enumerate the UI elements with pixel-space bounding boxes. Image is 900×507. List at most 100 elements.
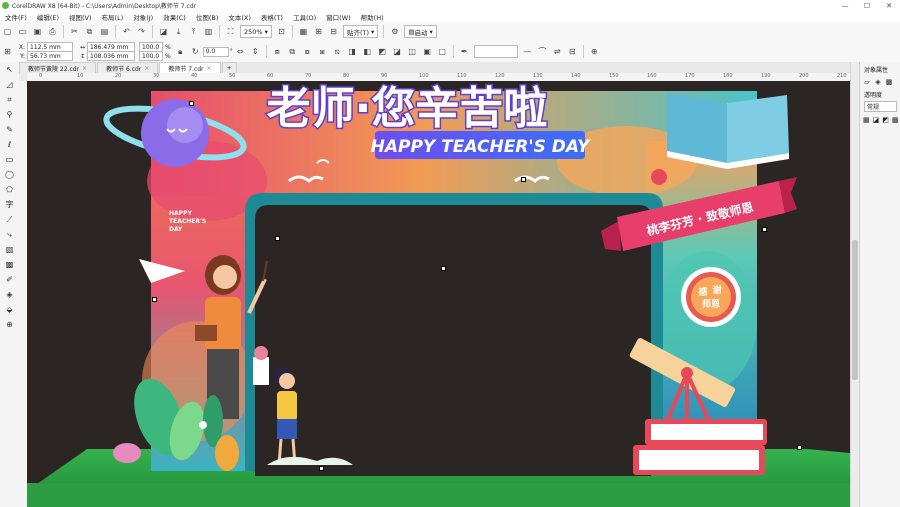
maximize-button[interactable]: ☐ bbox=[856, 0, 878, 11]
new-tab-button[interactable]: + bbox=[221, 62, 237, 73]
copy-icon[interactable]: ⧉ bbox=[84, 26, 95, 37]
cut-icon[interactable]: ✂ bbox=[69, 26, 80, 37]
save-icon[interactable]: ▣ bbox=[32, 26, 43, 37]
trim-icon[interactable]: ◧ bbox=[362, 46, 373, 57]
uniform-transparency-icon[interactable]: ◪ bbox=[873, 116, 880, 124]
selection-handle[interactable] bbox=[521, 177, 526, 182]
menu-object[interactable]: 对象(J) bbox=[133, 12, 153, 22]
height-input[interactable]: 108.036 mm bbox=[87, 51, 135, 61]
connector-tool-icon[interactable]: ⤷ bbox=[0, 227, 19, 242]
minimize-button[interactable]: — bbox=[834, 0, 856, 11]
tab-close-icon[interactable]: × bbox=[82, 65, 87, 72]
grid-icon[interactable]: ⊞ bbox=[313, 26, 324, 37]
pick-tool-icon[interactable]: ↖ bbox=[0, 62, 19, 77]
ruler-origin[interactable] bbox=[19, 73, 27, 81]
transparency-icon[interactable]: ▩ bbox=[885, 78, 893, 86]
selection-handle[interactable] bbox=[797, 445, 802, 450]
export-icon[interactable]: ⤒ bbox=[188, 26, 199, 37]
group-icon[interactable]: ⧈ bbox=[272, 46, 283, 57]
full-screen-icon[interactable]: ⛶ bbox=[225, 26, 236, 37]
zoom-level-select[interactable]: 250% ▾ bbox=[240, 25, 272, 38]
outline-style-icon[interactable]: — bbox=[522, 46, 533, 57]
intersect-icon[interactable]: ◩ bbox=[377, 46, 388, 57]
drawing-canvas[interactable]: 老师·您辛苦啦 HAPPY TEACHER'S DAY HAPPY TEACHE… bbox=[27, 81, 850, 507]
ungroup-all-icon[interactable]: ⧇ bbox=[302, 46, 313, 57]
transparency-tool-icon[interactable]: ▩ bbox=[0, 257, 19, 272]
search-content-icon[interactable]: ◪ bbox=[158, 26, 169, 37]
menu-file[interactable]: 文件(F) bbox=[5, 12, 27, 22]
close-button[interactable]: ✕ bbox=[878, 0, 900, 11]
add-tool-icon[interactable]: ⊕ bbox=[0, 317, 19, 332]
mirror-horizontal-icon[interactable]: ⇔ bbox=[235, 46, 246, 57]
drop-shadow-icon[interactable]: ▧ bbox=[0, 242, 19, 257]
menu-text[interactable]: 文本(X) bbox=[228, 12, 251, 22]
document-tab-active[interactable]: 教师节 7.cdr × bbox=[159, 62, 221, 73]
document-tab[interactable]: 教师节 6.cdr × bbox=[97, 62, 159, 73]
create-boundary-icon[interactable]: ▢ bbox=[437, 46, 448, 57]
fill-bucket-icon[interactable]: ◈ bbox=[874, 78, 882, 86]
align-distribute-icon[interactable]: ⊟ bbox=[567, 46, 578, 57]
menu-help[interactable]: 帮助(H) bbox=[361, 12, 384, 22]
y-position-input[interactable]: 56.73 mm bbox=[27, 51, 73, 61]
selection-handle[interactable] bbox=[762, 227, 767, 232]
no-transparency-icon[interactable]: ▦ bbox=[863, 116, 870, 124]
to-curves-icon[interactable]: ⌒ bbox=[537, 46, 548, 57]
ellipse-tool-icon[interactable]: ◯ bbox=[0, 167, 19, 182]
object-origin-icon[interactable]: ⊞ bbox=[2, 46, 13, 57]
text-tool-icon[interactable]: 字 bbox=[0, 197, 19, 212]
outline-pen-icon[interactable]: ✒ bbox=[459, 46, 470, 57]
artistic-media-icon[interactable]: ℓ bbox=[0, 137, 19, 152]
menu-view[interactable]: 视图(V) bbox=[69, 12, 92, 22]
scale-height-input[interactable]: 100.0 bbox=[139, 51, 163, 61]
shape-tool-icon[interactable]: ◿ bbox=[0, 77, 19, 92]
fountain-transparency-icon[interactable]: ◩ bbox=[882, 116, 889, 124]
menu-effects[interactable]: 效果(C) bbox=[163, 12, 186, 22]
break-apart-icon[interactable]: ⧅ bbox=[332, 46, 343, 57]
launch-dropdown[interactable]: ▤ 启动 ▾ bbox=[404, 25, 437, 38]
ungroup-icon[interactable]: ⧉ bbox=[287, 46, 298, 57]
merge-mode-select[interactable]: 常规 bbox=[864, 101, 897, 112]
color-eyedropper-icon[interactable]: ✐ bbox=[0, 272, 19, 287]
mirror-vertical-icon[interactable]: ⇕ bbox=[250, 46, 261, 57]
rotation-icon[interactable]: ↻ bbox=[190, 46, 201, 57]
crop-tool-icon[interactable]: ⌗ bbox=[0, 92, 19, 107]
publish-pdf-icon[interactable]: ▥ bbox=[203, 26, 214, 37]
smart-fill-icon[interactable]: ⬙ bbox=[0, 302, 19, 317]
snap-to-dropdown[interactable]: 贴齐(T) ▾ bbox=[342, 25, 379, 38]
print-icon[interactable]: ⎙ bbox=[47, 26, 58, 37]
add-icon[interactable]: ⊕ bbox=[589, 46, 600, 57]
front-minus-back-icon[interactable]: ◫ bbox=[407, 46, 418, 57]
rotation-input[interactable]: 0.0 bbox=[202, 46, 229, 57]
rectangle-tool-icon[interactable]: ▭ bbox=[0, 152, 19, 167]
menu-table[interactable]: 表格(T) bbox=[261, 12, 283, 22]
tab-close-icon[interactable]: × bbox=[207, 65, 212, 72]
document-tab[interactable]: 教师节黄陵 22.cdr × bbox=[19, 62, 97, 73]
selection-handle[interactable] bbox=[275, 236, 280, 241]
menu-window[interactable]: 窗口(W) bbox=[326, 12, 351, 22]
selection-handle[interactable] bbox=[319, 466, 324, 471]
redo-icon[interactable]: ↷ bbox=[136, 26, 147, 37]
scrollbar-thumb[interactable] bbox=[852, 240, 858, 380]
paste-icon[interactable]: ▤ bbox=[99, 26, 110, 37]
lock-ratio-icon[interactable]: 🔒︎ bbox=[175, 46, 186, 57]
combine-icon[interactable]: ⧆ bbox=[317, 46, 328, 57]
simplify-icon[interactable]: ◪ bbox=[392, 46, 403, 57]
undo-icon[interactable]: ↶ bbox=[121, 26, 132, 37]
guidelines-icon[interactable]: ⊟ bbox=[328, 26, 339, 37]
outline-icon[interactable]: ▱ bbox=[863, 78, 871, 86]
zoom-tool-icon[interactable]: ⚲ bbox=[0, 107, 19, 122]
polygon-tool-icon[interactable]: ⬠ bbox=[0, 182, 19, 197]
wrap-text-icon[interactable]: ⇌ bbox=[552, 46, 563, 57]
selection-center-handle[interactable] bbox=[441, 266, 446, 271]
menu-bitmaps[interactable]: 位图(B) bbox=[196, 12, 219, 22]
pattern-transparency-icon[interactable]: ▩ bbox=[892, 116, 899, 124]
import-icon[interactable]: ⤓ bbox=[173, 26, 184, 37]
back-minus-front-icon[interactable]: ▣ bbox=[422, 46, 433, 57]
menu-edit[interactable]: 编辑(E) bbox=[37, 12, 59, 22]
selection-handle[interactable] bbox=[189, 101, 194, 106]
interactive-fill-icon[interactable]: ◈ bbox=[0, 287, 19, 302]
open-folder-icon[interactable]: ▭ bbox=[17, 26, 28, 37]
freehand-tool-icon[interactable]: ✎ bbox=[0, 122, 19, 137]
rulers-icon[interactable]: ▦ bbox=[298, 26, 309, 37]
options-gear-icon[interactable]: ⚙ bbox=[389, 26, 400, 37]
